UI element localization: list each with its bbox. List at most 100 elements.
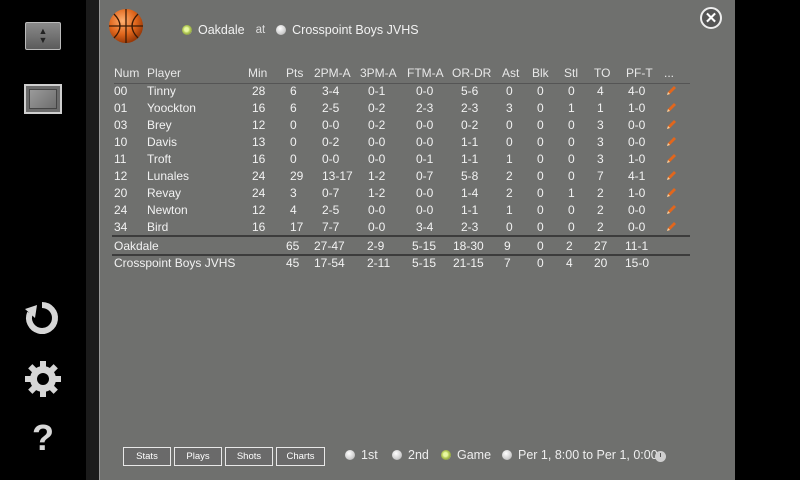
player-pts: 3 [290,186,297,200]
period-game-radio[interactable] [441,450,451,460]
col-header-num[interactable]: Num [114,66,139,80]
tab-plays[interactable]: Plays [174,447,222,466]
player-stl: 0 [568,118,575,132]
player-blk: 0 [537,118,544,132]
col-header-more[interactable]: ... [664,66,674,80]
close-button[interactable]: ✕ [700,7,722,29]
table-row[interactable]: 10 Davis 13 0 0-2 0-0 0-0 1-1 0 0 0 3 0-0 [112,133,690,150]
pencil-icon[interactable] [666,153,677,164]
player-3pm: 0-2 [368,101,386,115]
player-pf: 0-0 [628,203,646,217]
col-header-to[interactable]: TO [594,66,610,80]
table-row[interactable]: 34 Bird 16 17 7-7 0-0 3-4 2-3 0 0 0 2 0-0 [112,218,690,235]
away-team-label[interactable]: Crosspoint Boys JVHS [292,23,418,37]
player-blk: 0 [537,84,544,98]
player-pts: 0 [290,135,297,149]
col-header-ftm[interactable]: FTM-A [407,66,444,80]
period-range-option[interactable]: Per 1, 8:00 to Per 1, 0:00 [502,448,658,462]
period-range-radio[interactable] [502,450,512,460]
settings-button[interactable] [22,358,64,400]
team-total-row: Crosspoint Boys JVHS 45 17-54 2-11 5-15 21-15… [112,254,690,271]
player-num: 24 [114,203,128,217]
screen-toggle-button[interactable] [24,84,62,114]
help-button[interactable]: ? [26,417,60,458]
player-name: Brey [147,118,172,132]
player-ast: 0 [506,135,513,149]
col-header-min[interactable]: Min [248,66,267,80]
pencil-icon[interactable] [666,204,677,215]
table-row[interactable]: 11 Troft 16 0 0-0 0-0 0-1 1-1 1 0 0 3 1-0 [112,150,690,167]
pencil-icon[interactable] [666,170,677,181]
player-3pm: 1-2 [368,186,386,200]
col-header-pts[interactable]: Pts [286,66,303,80]
player-ftm: 0-7 [416,169,434,183]
team-blk: 0 [537,256,544,270]
table-row[interactable]: 03 Brey 12 0 0-0 0-2 0-0 0-2 0 0 0 3 0-0 [112,116,690,133]
player-min: 24 [252,186,266,200]
pencil-icon[interactable] [666,119,677,130]
player-reb: 1-1 [461,203,479,217]
col-header-stl[interactable]: Stl [564,66,578,80]
player-2pm: 13-17 [322,169,353,183]
player-pf: 1-0 [628,101,646,115]
team-2pm: 27-47 [314,239,345,253]
player-pf: 1-0 [628,152,646,166]
pencil-icon[interactable] [666,85,677,96]
player-pts: 0 [290,118,297,132]
pencil-icon[interactable] [666,136,677,147]
player-stl: 0 [568,152,575,166]
screen-icon [29,89,57,109]
player-num: 01 [114,101,128,115]
tab-charts[interactable]: Charts [276,447,325,466]
player-min: 16 [252,101,266,115]
scroll-up-down-button[interactable]: ▲ ▼ [25,22,61,50]
col-header-ast[interactable]: Ast [502,66,519,80]
period-2nd-option[interactable]: 2nd [392,448,429,462]
home-team-label[interactable]: Oakdale [198,23,245,37]
pencil-icon[interactable] [666,221,677,232]
player-ast: 0 [506,118,513,132]
team-ast: 7 [504,256,511,270]
period-game-option[interactable]: Game [441,448,491,462]
player-3pm: 0-2 [368,118,386,132]
col-header-player[interactable]: Player [147,66,181,80]
col-header-2pm[interactable]: 2PM-A [314,66,351,80]
player-pts: 6 [290,84,297,98]
pencil-icon[interactable] [666,187,677,198]
home-team-radio[interactable] [182,25,192,35]
pencil-icon[interactable] [666,102,677,113]
table-row[interactable]: 24 Newton 12 4 2-5 0-0 0-0 1-1 1 0 0 2 0-0 [112,201,690,218]
col-header-reb[interactable]: OR-DR [452,66,491,80]
player-reb: 2-3 [461,220,479,234]
left-sidebar: ▲ ▼ ? [0,0,86,480]
sidebar-divider [86,0,100,480]
player-ast: 2 [506,169,513,183]
player-to: 3 [597,118,604,132]
col-header-blk[interactable]: Blk [532,66,549,80]
col-header-pf[interactable]: PF-T [626,66,653,80]
away-team-radio[interactable] [276,25,287,35]
col-header-3pm[interactable]: 3PM-A [360,66,397,80]
player-2pm: 2-5 [322,101,340,115]
refresh-button[interactable] [22,298,62,338]
team-name: Oakdale [114,239,159,253]
player-ast: 3 [506,101,513,115]
player-2pm: 0-7 [322,186,340,200]
table-row[interactable]: 20 Revay 24 3 0-7 1-2 0-0 1-4 2 0 1 2 1-0 [112,184,690,201]
period-1st-option[interactable]: 1st [345,448,378,462]
player-blk: 0 [537,220,544,234]
tab-stats[interactable]: Stats [123,447,171,466]
period-1st-radio[interactable] [345,450,355,460]
player-stl: 0 [568,169,575,183]
table-row[interactable]: 01 Yoockton 16 6 2-5 0-2 2-3 2-3 3 0 1 1 1-0 [112,99,690,116]
period-2nd-radio[interactable] [392,450,402,460]
table-row[interactable]: 12 Lunales 24 29 13-17 1-2 0-7 5-8 2 0 0 7 4-1 [112,167,690,184]
team-blk: 0 [537,239,544,253]
player-pf: 4-0 [628,84,646,98]
table-row[interactable]: 00 Tinny 28 6 3-4 0-1 0-0 5-6 0 0 0 4 4-0 [112,82,690,99]
clock-icon[interactable] [655,451,666,462]
player-to: 4 [597,84,604,98]
player-num: 11 [114,152,127,166]
team-stl: 4 [566,256,573,270]
tab-shots[interactable]: Shots [225,447,273,466]
